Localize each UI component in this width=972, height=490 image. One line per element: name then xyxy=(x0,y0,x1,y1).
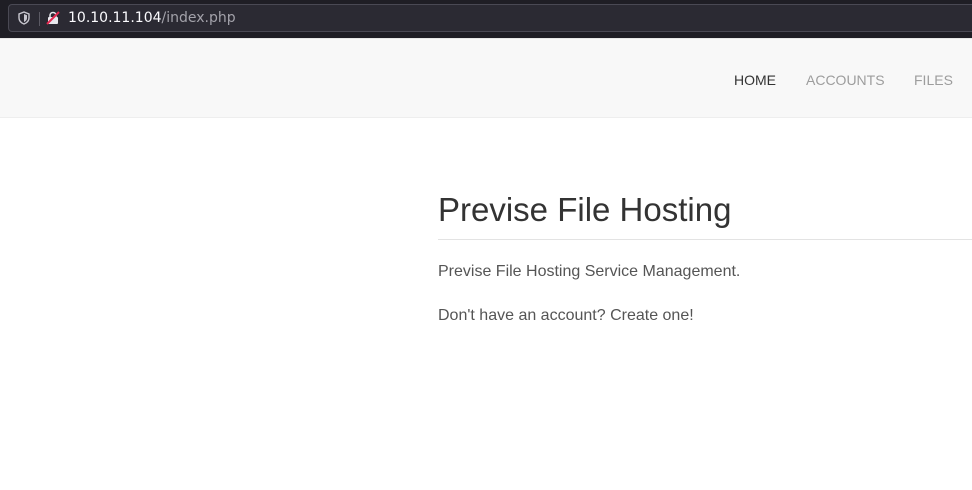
create-account-prompt[interactable]: Don't have an account? Create one! xyxy=(438,306,694,326)
site-navbar: HOME ACCOUNTS FILES xyxy=(0,38,972,118)
nav-accounts[interactable]: ACCOUNTS xyxy=(806,71,885,89)
title-divider xyxy=(438,239,972,240)
url-path: /index.php xyxy=(161,10,236,26)
url-text[interactable]: 10.10.11.104/index.php xyxy=(68,9,236,27)
browser-toolbar: 10.10.11.104/index.php xyxy=(0,0,972,38)
page-title: Previse File Hosting xyxy=(438,191,732,228)
lead-text: Previse File Hosting Service Management. xyxy=(438,263,741,280)
address-bar-divider xyxy=(39,12,40,26)
url-host: 10.10.11.104 xyxy=(68,10,162,26)
nav-home[interactable]: HOME xyxy=(734,71,776,89)
shield-icon[interactable] xyxy=(17,11,31,25)
nav-files[interactable]: FILES xyxy=(914,71,953,89)
address-bar[interactable]: 10.10.11.104/index.php xyxy=(8,4,972,32)
insecure-lock-icon[interactable] xyxy=(46,11,60,25)
